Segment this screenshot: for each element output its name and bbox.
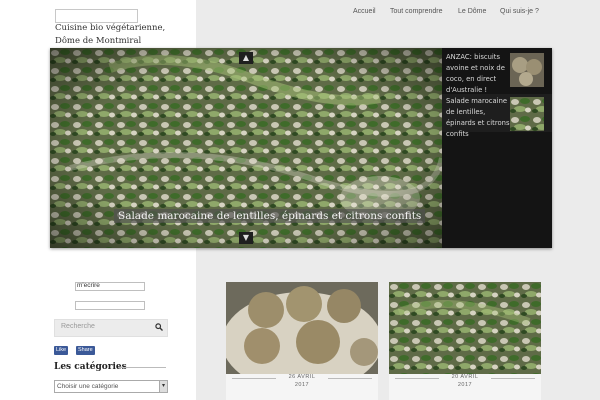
post-meta: 20 AVRIL 2017	[389, 374, 541, 400]
slider-thumb-item[interactable]: Salade marocaine de lentilles, épinards …	[442, 94, 552, 138]
nav-item-le-dome[interactable]: Le Dôme	[458, 8, 486, 20]
categories-divider	[118, 367, 166, 368]
nav-item-qui-suis-je[interactable]: Qui suis-je ?	[500, 8, 539, 20]
facebook-share-label: Share	[78, 347, 93, 353]
slider-prev-button[interactable]: ▲	[239, 52, 253, 64]
search-icon[interactable]	[155, 323, 163, 333]
slider-thumb-title: ANZAC: biscuits avoine et noix de coco, …	[446, 53, 505, 94]
categories-select-value: Choisir une catégorie	[57, 383, 119, 390]
sidebar-input-box[interactable]	[75, 301, 145, 310]
featured-slider: ▲ ▼ Salade marocaine de lentilles, épina…	[50, 48, 552, 248]
categories-title: Les catégories	[54, 362, 127, 372]
post-date-year: 2017	[457, 382, 473, 388]
slider-thumb-image	[510, 97, 544, 131]
post-thumbnail-salade[interactable]	[389, 282, 541, 374]
nav-item-tout-comprendre[interactable]: Tout comprendre	[390, 8, 443, 20]
chevron-down-icon: ▾	[159, 381, 167, 392]
slide-caption[interactable]: Salade marocaine de lentilles, épinards …	[114, 209, 426, 223]
facebook-like-button[interactable]: Like	[54, 346, 69, 355]
facebook-like-label: Like	[56, 347, 67, 353]
search-placeholder: Recherche	[61, 323, 95, 330]
site-title-box[interactable]	[55, 9, 138, 23]
slider-thumb-title: Salade marocaine de lentilles, épinards …	[446, 97, 510, 138]
slider-thumbnails: ANZAC: biscuits avoine et noix de coco, …	[442, 48, 552, 248]
post-date-day: 20 AVRIL	[451, 374, 479, 380]
site-description: Cuisine bio végétarienne, Dôme de Montmi…	[55, 23, 166, 46]
slider-next-button[interactable]: ▼	[239, 232, 253, 244]
slider-thumb-item[interactable]: ANZAC: biscuits avoine et noix de coco, …	[442, 50, 552, 94]
post-date-year: 2017	[294, 382, 310, 388]
search-input[interactable]: Recherche	[54, 319, 168, 337]
nav-item-accueil[interactable]: Accueil	[353, 8, 376, 20]
categories-select[interactable]: Choisir une catégorie ▾	[54, 380, 168, 393]
post-date-day: 26 AVRIL	[288, 374, 316, 380]
facebook-share-button[interactable]: Share	[76, 346, 95, 355]
slider-thumb-image	[510, 53, 544, 87]
email-widget-box[interactable]: m'ecrire	[75, 282, 145, 291]
post-meta: 26 AVRIL 2017	[226, 374, 378, 400]
post-thumbnail-anzac[interactable]	[226, 282, 378, 374]
email-label: m'ecrire	[77, 282, 100, 289]
